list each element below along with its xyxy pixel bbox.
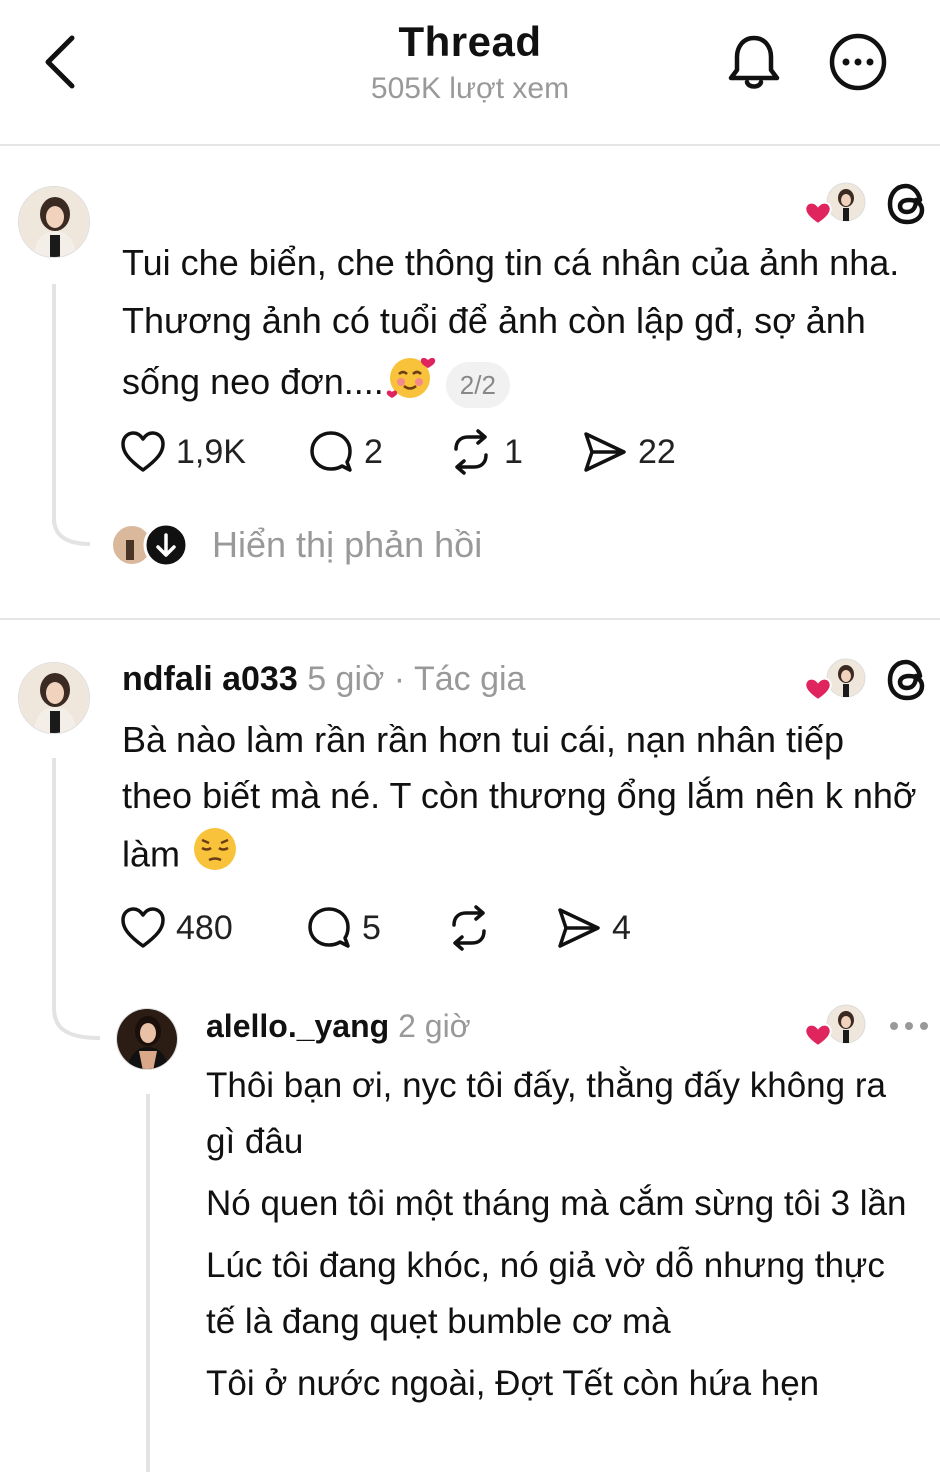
send-icon <box>558 908 600 948</box>
share-button[interactable]: 4 <box>556 906 631 950</box>
post-actions: 480 5 4 <box>120 902 631 954</box>
author-tag: Tác gia <box>413 660 526 698</box>
thread-connector-curve <box>52 500 91 546</box>
reply-more-button[interactable] <box>884 1008 934 1044</box>
post-body: Bà nào làm rần rần hơn tui cái, nạn nhân… <box>122 719 917 875</box>
more-dots-icon <box>890 1022 928 1030</box>
reply-paragraph: Thôi bạn ơi, nyc tôi đấy, thằng đấy khôn… <box>206 1066 886 1161</box>
more-options-button[interactable] <box>826 30 890 94</box>
show-replies-link[interactable]: Hiển thị phản hồi <box>212 524 482 566</box>
notifications-button[interactable] <box>722 30 786 94</box>
replier-avatar-stack <box>111 522 189 568</box>
post-text: Tui che biển, che thông tin cá nhân của … <box>122 234 922 419</box>
repost-button[interactable]: 1 <box>448 429 582 475</box>
comment-count: 5 <box>362 908 381 947</box>
reply-avatar[interactable] <box>116 1008 178 1070</box>
avatar[interactable] <box>18 186 90 258</box>
username[interactable]: ndfali a033 <box>122 660 298 698</box>
threads-logo-icon <box>884 656 932 704</box>
profile-photo <box>19 187 89 257</box>
profile-photo <box>117 1009 177 1069</box>
view-count: 505K lượt xem <box>370 72 570 105</box>
like-count: 1,9K <box>176 432 246 471</box>
send-icon <box>584 432 626 472</box>
liked-by-author[interactable] <box>802 1002 866 1050</box>
post-time: 5 giờ <box>307 660 385 698</box>
like-count: 480 <box>176 908 233 947</box>
page-title: Thread <box>398 18 542 65</box>
threads-logo-icon <box>884 180 932 228</box>
repost-icon <box>454 429 488 475</box>
post-text: Bà nào làm rần rần hơn tui cái, nạn nhân… <box>122 712 922 890</box>
share-count: 22 <box>638 432 676 471</box>
post-divider <box>0 618 940 620</box>
comment-icon <box>308 907 350 948</box>
like-button[interactable]: 480 <box>120 906 306 950</box>
comment-button[interactable]: 5 <box>306 905 446 951</box>
thread-connector <box>52 758 56 1002</box>
liked-by-avatar-icon <box>804 182 866 226</box>
heart-icon <box>121 431 165 472</box>
bell-icon <box>728 35 780 89</box>
reply-meta: alello._yang 2 giờ <box>206 1008 471 1045</box>
repost-count: 1 <box>504 432 523 471</box>
reply-paragraph: Nó quen tôi một tháng mà cắm sừng tôi 3 … <box>206 1184 907 1223</box>
smiling-hearts-emoji <box>384 350 436 419</box>
post-body: Tui che biển, che thông tin cá nhân của … <box>122 242 900 403</box>
repost-icon <box>452 905 486 951</box>
page-indicator: 2/2 <box>445 361 510 408</box>
repost-button[interactable] <box>446 905 556 951</box>
liked-by-author[interactable] <box>802 180 866 228</box>
meta-separator: · <box>393 660 406 698</box>
heart-icon <box>121 907 165 948</box>
thread-connector-curve <box>52 982 101 1040</box>
reply-paragraph: Lúc tôi đang khóc, nó giả vờ dỗ nhưng th… <box>206 1246 885 1341</box>
comment-count: 2 <box>364 432 383 471</box>
reply-username[interactable]: alello._yang <box>206 1008 389 1044</box>
replier-avatars[interactable] <box>110 522 190 568</box>
pensive-face-emoji <box>190 824 240 890</box>
like-button[interactable]: 1,9K <box>120 430 290 474</box>
avatar[interactable] <box>18 662 90 734</box>
reply-time: 2 giờ <box>398 1008 471 1044</box>
thread-connector <box>52 284 56 524</box>
post-meta: ndfali a033 5 giờ · Tác gia <box>122 660 525 699</box>
reply-paragraph: Tôi ở nước ngoài, Đợt Tết còn hứa hẹn <box>206 1364 820 1403</box>
comment-button[interactable]: 2 <box>308 429 448 475</box>
top-bar: Thread 505K lượt xem <box>0 0 940 146</box>
liked-by-avatar-icon <box>804 658 866 702</box>
share-button[interactable]: 22 <box>582 430 676 474</box>
liked-by-author[interactable] <box>802 656 866 704</box>
reply-thread-connector <box>146 1094 150 1472</box>
share-count: 4 <box>612 908 631 947</box>
comment-icon <box>310 431 352 472</box>
more-horizontal-icon <box>829 33 887 91</box>
liked-by-avatar-icon <box>804 1004 866 1048</box>
profile-photo <box>19 663 89 733</box>
reply-text: Thôi bạn ơi, nyc tôi đấy, thằng đấy khôn… <box>206 1058 918 1418</box>
post-actions: 1,9K 2 1 22 <box>120 426 676 478</box>
